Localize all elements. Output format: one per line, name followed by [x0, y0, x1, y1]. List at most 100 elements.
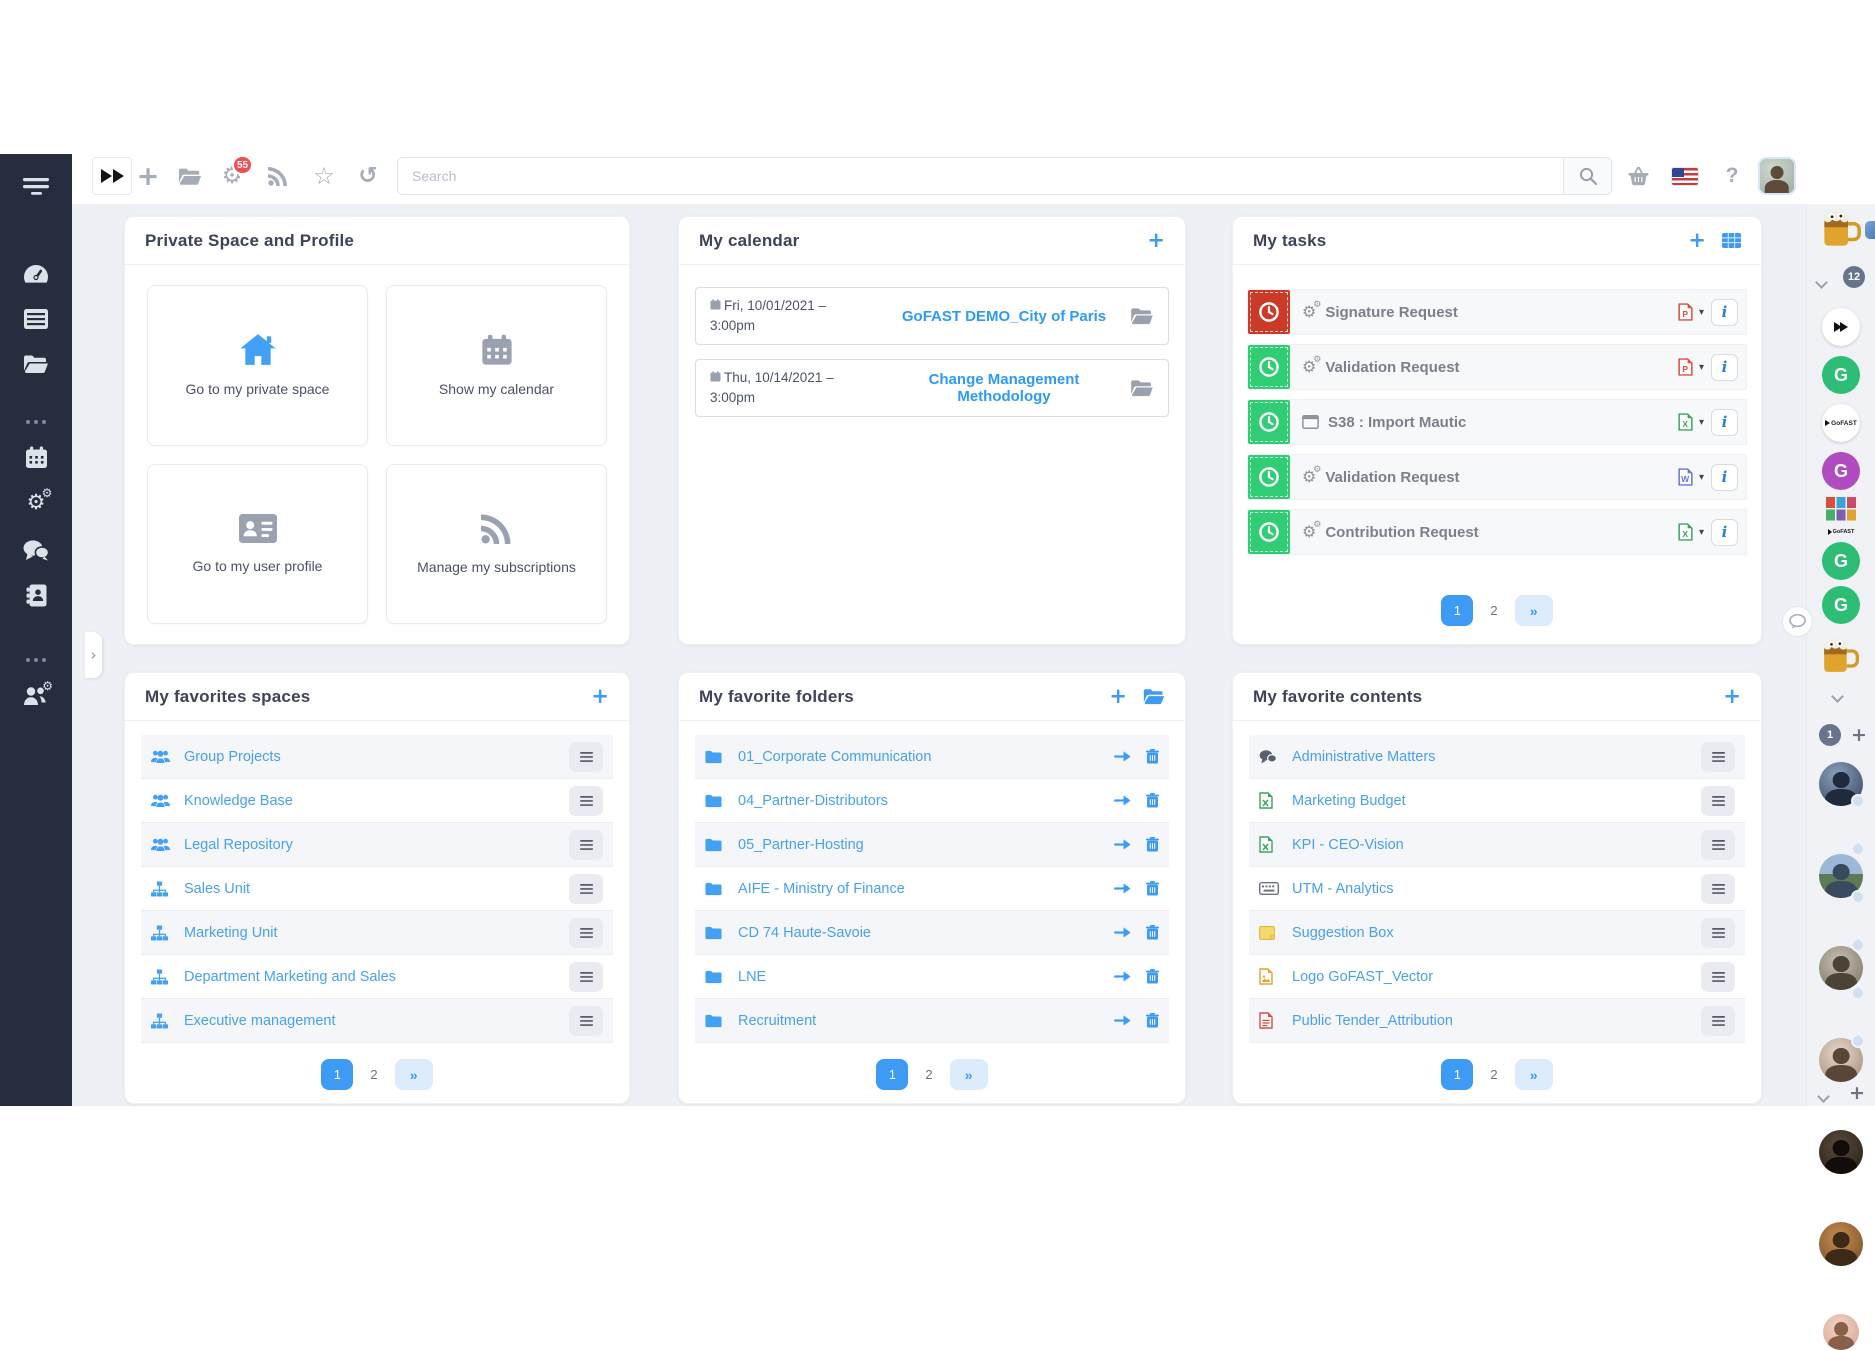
space-link[interactable]: Group Projects	[184, 749, 569, 765]
list-item[interactable]: Department Marketing and Sales	[141, 955, 613, 999]
drag-handle-icon[interactable]	[569, 962, 603, 992]
add-folder-button[interactable]: +	[1109, 686, 1127, 707]
task-info-button[interactable]: i	[1711, 464, 1738, 491]
content-link[interactable]: Marketing Budget	[1292, 793, 1701, 809]
chat-room-g-green[interactable]: G	[1822, 356, 1860, 394]
task-info-button[interactable]: i	[1711, 409, 1738, 436]
page-1-button[interactable]: 1	[321, 1059, 353, 1090]
trash-icon[interactable]	[1146, 837, 1159, 852]
sidebar-more-button[interactable]	[0, 406, 72, 438]
pinned-room-avatar[interactable]	[1865, 221, 1875, 239]
contact-avatar[interactable]	[1819, 1222, 1863, 1266]
go-to-folder-icon[interactable]	[1114, 794, 1131, 807]
task-info-button[interactable]: i	[1711, 519, 1738, 546]
sidebar-more-button-2[interactable]	[0, 644, 72, 676]
list-item[interactable]: AIFE - Ministry of Finance	[695, 867, 1169, 911]
sidebar-item-calendar[interactable]	[0, 441, 72, 473]
tile-user-profile[interactable]: Go to my user profile	[147, 464, 368, 625]
chat-avatar-beer-mug[interactable]	[1820, 636, 1860, 681]
add-content-button[interactable]: +	[1723, 686, 1741, 707]
add-space-button[interactable]: +	[591, 686, 609, 707]
task-table-view-button[interactable]	[1722, 233, 1741, 248]
go-to-folder-icon[interactable]	[1114, 1014, 1131, 1027]
go-to-folder-icon[interactable]	[1114, 838, 1131, 851]
task-file-menu[interactable]: P ▾	[1678, 303, 1704, 321]
search-input[interactable]	[398, 158, 1563, 194]
chat-room-g-purple[interactable]: G	[1822, 452, 1860, 490]
content-link[interactable]: Public Tender_Attribution	[1292, 1013, 1701, 1029]
task-row[interactable]: S38 : Import Mautic X ▾ i	[1247, 399, 1747, 445]
task-file-menu[interactable]: P ▾	[1678, 358, 1704, 376]
task-file-menu[interactable]: X ▾	[1678, 523, 1704, 541]
page-2-button[interactable]: 2	[925, 1067, 932, 1082]
sidebar-toggle-button[interactable]	[0, 170, 72, 202]
sidebar-item-groups-admin[interactable]: ⚙	[0, 682, 72, 714]
collapse-section-button[interactable]	[1819, 1088, 1828, 1106]
open-event-folder-button[interactable]	[1126, 307, 1154, 325]
add-contact-button[interactable]: +	[1849, 1084, 1865, 1103]
space-link[interactable]: Department Marketing and Sales	[184, 969, 569, 985]
sidebar-item-dashboard[interactable]	[0, 258, 72, 290]
list-item[interactable]: Legal Repository	[141, 823, 613, 867]
task-row[interactable]: ⚙⚙ Signature Request P ▾ i	[1247, 289, 1747, 335]
chat-avatar-beer-mug[interactable]	[1820, 208, 1862, 255]
search-button[interactable]	[1563, 158, 1611, 194]
event-title-link[interactable]: GoFAST DEMO_City of Paris	[882, 308, 1126, 325]
folder-link[interactable]: 04_Partner-Distributors	[738, 793, 1114, 809]
tile-private-space[interactable]: Go to my private space	[147, 285, 368, 446]
history-button[interactable]: ↺	[348, 148, 388, 204]
page-2-button[interactable]: 2	[370, 1067, 377, 1082]
sidebar-item-documents[interactable]	[0, 348, 72, 380]
chat-room-g-green[interactable]: G	[1822, 542, 1860, 580]
tile-subscriptions[interactable]: Manage my subscriptions	[386, 464, 607, 625]
chat-toggle-button[interactable]	[1782, 606, 1813, 637]
basket-button[interactable]	[1618, 148, 1658, 204]
user-avatar[interactable]	[1758, 157, 1796, 195]
sidebar-item-workflows[interactable]: ⚙⚙	[0, 486, 72, 518]
list-item[interactable]: Public Tender_Attribution	[1249, 999, 1745, 1043]
next-page-button[interactable]: »	[395, 1059, 433, 1090]
next-page-button[interactable]: »	[1515, 1059, 1553, 1090]
folder-link[interactable]: 05_Partner-Hosting	[738, 837, 1114, 853]
list-item[interactable]: Logo GoFAST_Vector	[1249, 955, 1745, 999]
drag-handle-icon[interactable]	[1701, 1006, 1735, 1036]
folder-link[interactable]: CD 74 Haute-Savoie	[738, 925, 1114, 941]
content-link[interactable]: Suggestion Box	[1292, 925, 1701, 941]
list-item[interactable]: Marketing Budget	[1249, 779, 1745, 823]
list-item[interactable]: Knowledge Base	[141, 779, 613, 823]
sidebar-item-chat[interactable]	[0, 534, 72, 566]
contact-avatar[interactable]	[1819, 1130, 1863, 1174]
collapse-section-button[interactable]	[1833, 688, 1842, 706]
drag-handle-icon[interactable]	[1701, 742, 1735, 772]
list-item[interactable]: 05_Partner-Hosting	[695, 823, 1169, 867]
space-link[interactable]: Executive management	[184, 1013, 569, 1029]
open-event-folder-button[interactable]	[1126, 379, 1154, 397]
drag-handle-icon[interactable]	[1701, 918, 1735, 948]
folder-link[interactable]: LNE	[738, 969, 1114, 985]
contact-avatar[interactable]	[1823, 1314, 1859, 1350]
task-row[interactable]: ⚙⚙ Contribution Request X ▾ i	[1247, 509, 1747, 555]
folder-link[interactable]: AIFE - Ministry of Finance	[738, 881, 1114, 897]
page-1-button[interactable]: 1	[1441, 595, 1473, 626]
drag-handle-icon[interactable]	[569, 1006, 603, 1036]
list-item[interactable]: 04_Partner-Distributors	[695, 779, 1169, 823]
list-item[interactable]: 01_Corporate Communication	[695, 735, 1169, 779]
list-item[interactable]: Executive management	[141, 999, 613, 1043]
content-link[interactable]: Administrative Matters	[1292, 749, 1701, 765]
browse-folder-button[interactable]	[1143, 688, 1165, 705]
trash-icon[interactable]	[1146, 925, 1159, 940]
list-item[interactable]: CD 74 Haute-Savoie	[695, 911, 1169, 955]
trash-icon[interactable]	[1146, 881, 1159, 896]
add-event-button[interactable]: +	[1147, 230, 1165, 251]
add-chat-button[interactable]: +	[1851, 726, 1867, 745]
subscriptions-button[interactable]	[258, 148, 298, 204]
drag-handle-icon[interactable]	[569, 742, 603, 772]
task-info-button[interactable]: i	[1711, 299, 1738, 326]
page-2-button[interactable]: 2	[1490, 603, 1497, 618]
next-page-button[interactable]: »	[950, 1059, 988, 1090]
go-to-folder-icon[interactable]	[1114, 970, 1131, 983]
go-to-folder-icon[interactable]	[1114, 926, 1131, 939]
page-1-button[interactable]: 1	[1441, 1059, 1473, 1090]
sidebar-expand-button[interactable]: ›	[85, 632, 102, 678]
space-link[interactable]: Legal Repository	[184, 837, 569, 853]
